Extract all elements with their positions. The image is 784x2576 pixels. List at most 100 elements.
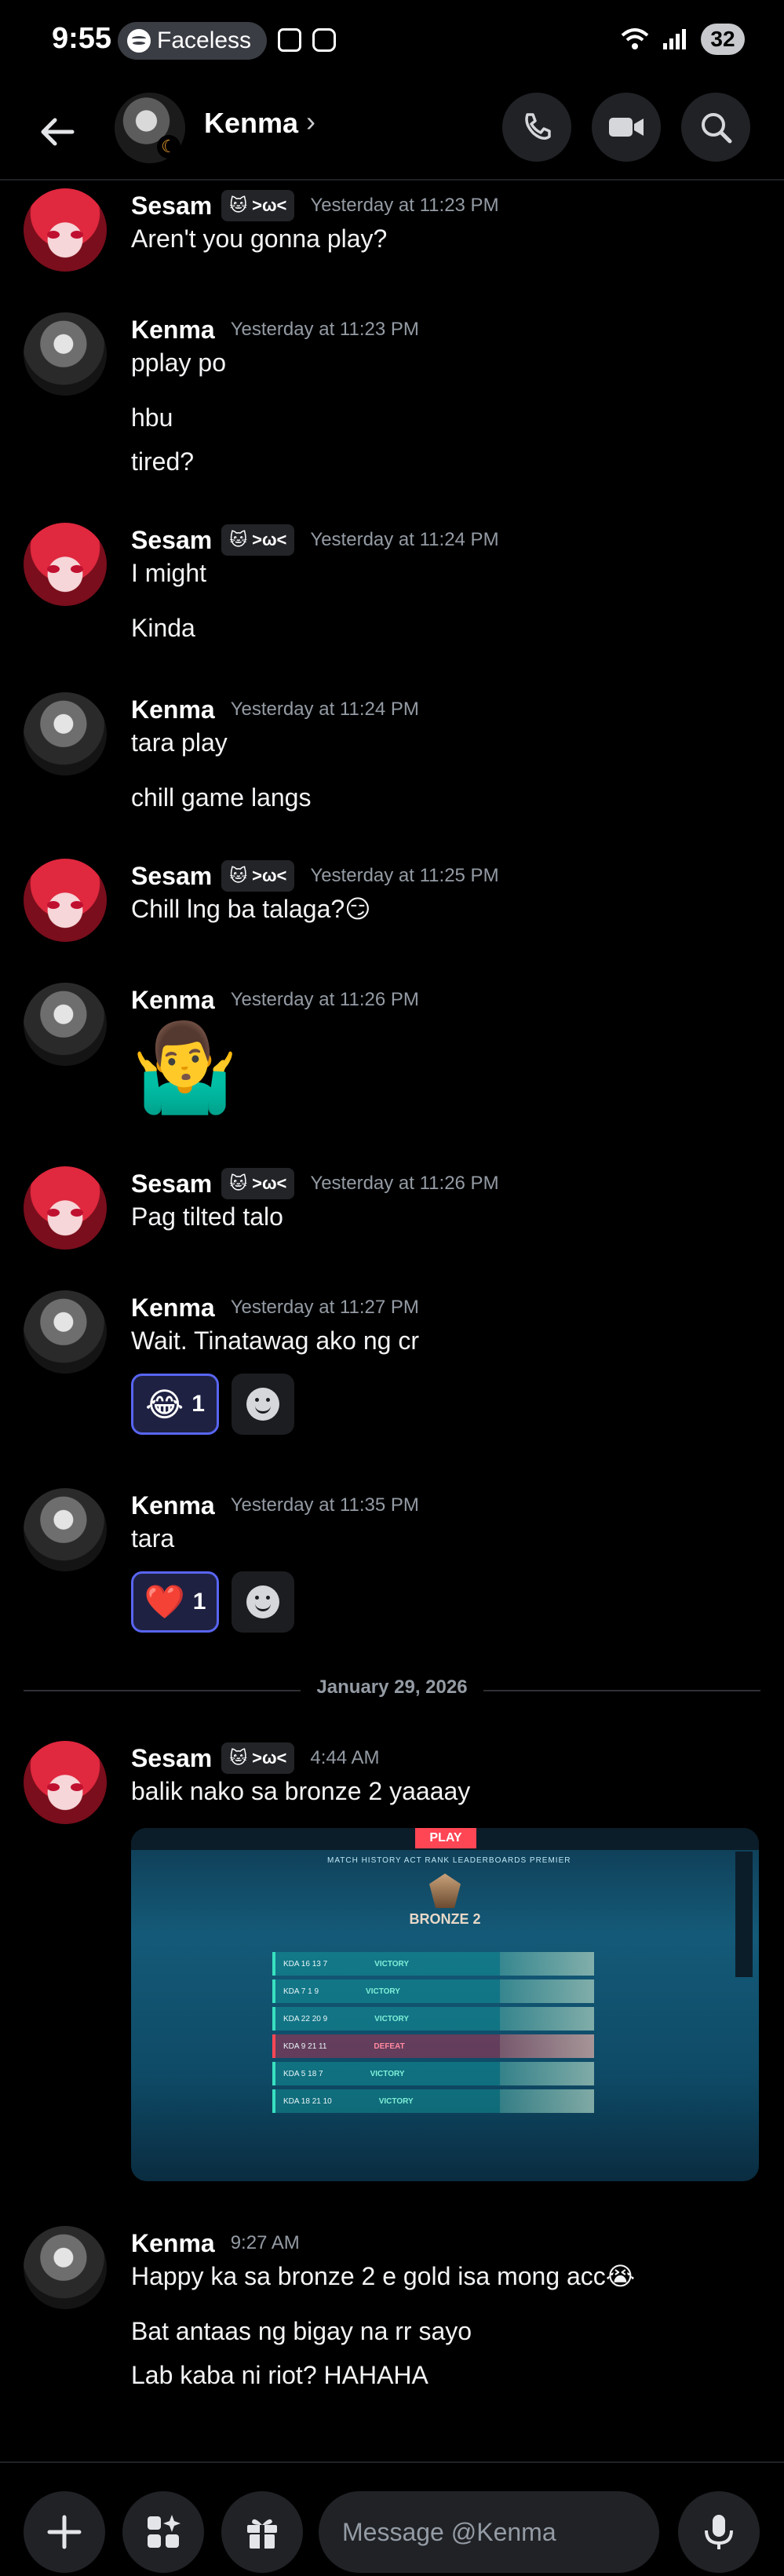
match-kda: KDA 16 13 7: [283, 1959, 328, 1968]
avatar[interactable]: [24, 1741, 107, 1824]
author-name[interactable]: Kenma: [131, 1293, 215, 1323]
message-text[interactable]: Lab kaba ni riot? HAHAHA: [131, 2359, 768, 2391]
attach-button[interactable]: [24, 2491, 105, 2573]
message-text[interactable]: pplay po: [131, 347, 768, 378]
author-name[interactable]: Sesam: [131, 1744, 212, 1773]
message-text[interactable]: tara: [131, 1523, 768, 1554]
add-reaction-button[interactable]: [232, 1374, 294, 1435]
author-name[interactable]: Sesam: [131, 862, 212, 891]
message-meta: Sesam 🐱 >ω< Yesterday at 11:26 PM: [131, 1166, 768, 1201]
avatar[interactable]: [24, 1488, 107, 1571]
match-result: VICTORY: [366, 1987, 400, 1996]
plus-icon: [47, 2515, 82, 2549]
guild-tag[interactable]: 🐱 >ω<: [221, 1168, 295, 1199]
match-row: KDA 16 13 7 VICTORY: [272, 1952, 594, 1976]
avatar[interactable]: [24, 523, 107, 606]
video-icon: [609, 118, 644, 137]
guild-tag[interactable]: 🐱 >ω<: [221, 524, 295, 556]
match-kda: KDA 22 20 9: [283, 2014, 328, 2023]
gift-button[interactable]: [221, 2491, 303, 2573]
message-body: Kenma Yesterday at 11:26 PM 🤷‍♂️: [131, 983, 768, 1119]
message-body: Sesam 🐱 >ω< Yesterday at 11:25 PM Chill l…: [131, 859, 768, 925]
message-text[interactable]: tired?: [131, 446, 768, 477]
message-body: Kenma Yesterday at 11:24 PM tara play ch…: [131, 692, 768, 813]
video-call-button[interactable]: [592, 93, 661, 162]
guild-tag[interactable]: 🐱 >ω<: [221, 1742, 295, 1774]
message-text[interactable]: Pag tilted talo: [131, 1201, 768, 1232]
message-text[interactable]: chill game langs: [131, 782, 768, 813]
jumbo-emoji[interactable]: 🤷‍♂️: [131, 1017, 768, 1119]
message-text[interactable]: Aren't you gonna play?: [131, 223, 768, 254]
message-meta: Kenma Yesterday at 11:26 PM: [131, 983, 768, 1017]
message-text[interactable]: hbu: [131, 402, 768, 433]
avatar[interactable]: [24, 692, 107, 775]
game-sidebar: [735, 1852, 753, 1977]
author-name[interactable]: Kenma: [131, 695, 215, 724]
avatar[interactable]: [24, 312, 107, 396]
image-attachment[interactable]: PLAY MATCH HISTORY ACT RANK LEADERBOARDS…: [131, 1828, 759, 2181]
apps-button[interactable]: [122, 2491, 204, 2573]
avatar[interactable]: [24, 1290, 107, 1374]
message-text[interactable]: I might: [131, 557, 768, 589]
avatar[interactable]: [24, 2226, 107, 2309]
reactions: ❤️ 1: [131, 1571, 768, 1633]
avatar[interactable]: [24, 188, 107, 272]
guild-tag[interactable]: 🐱 >ω<: [221, 860, 295, 892]
author-name[interactable]: Sesam: [131, 192, 212, 221]
media-pill[interactable]: Faceless: [118, 22, 267, 60]
voice-message-button[interactable]: [678, 2491, 760, 2573]
timestamp: 4:44 AM: [310, 1747, 380, 1768]
message-text[interactable]: tara play: [131, 727, 768, 758]
cat-icon: 🐱: [229, 1173, 248, 1193]
match-result: VICTORY: [374, 1959, 410, 1968]
timestamp: Yesterday at 11:24 PM: [230, 699, 419, 720]
author-name[interactable]: Kenma: [131, 316, 215, 345]
avatar[interactable]: [24, 1166, 107, 1250]
message-input-wrapper: [319, 2491, 706, 2573]
message-body: Sesam 🐱 >ω< Yesterday at 11:26 PM Pag til…: [131, 1166, 768, 1232]
author-name[interactable]: Kenma: [131, 986, 215, 1015]
back-button[interactable]: [35, 108, 82, 155]
map-thumb: [500, 2007, 594, 2031]
laughing-emoji-icon: 😂: [145, 1385, 184, 1423]
call-button[interactable]: [502, 93, 571, 162]
message-text[interactable]: Chill lng ba talaga?😏: [131, 893, 768, 925]
timestamp: Yesterday at 11:25 PM: [310, 865, 499, 886]
add-reaction-button[interactable]: [232, 1571, 294, 1633]
message-body: Kenma Yesterday at 11:23 PM pplay po hbu…: [131, 312, 768, 477]
timestamp: Yesterday at 11:23 PM: [310, 195, 499, 216]
apps-icon: [148, 2515, 181, 2548]
message-body: Sesam 🐱 >ω< Yesterday at 11:23 PM Aren't …: [131, 188, 768, 254]
game-tabs: MATCH HISTORY ACT RANK LEADERBOARDS PREM…: [327, 1856, 571, 1865]
message-text[interactable]: balik nako sa bronze 2 yaaaay: [131, 1775, 768, 1807]
author-name[interactable]: Kenma: [131, 2229, 215, 2258]
message-input[interactable]: [342, 2517, 672, 2547]
composer-bar: [0, 2461, 784, 2576]
guild-tag-text: >ω<: [252, 866, 287, 885]
timestamp: Yesterday at 11:26 PM: [230, 989, 419, 1010]
match-kda: KDA 5 18 7: [283, 2069, 323, 2078]
cat-icon: 🐱: [229, 530, 248, 549]
avatar[interactable]: [24, 859, 107, 942]
author-name[interactable]: Kenma: [131, 1491, 215, 1520]
guild-tag[interactable]: 🐱 >ω<: [221, 190, 295, 221]
author-name[interactable]: Sesam: [131, 1169, 212, 1199]
message-text[interactable]: Happy ka sa bronze 2 e gold isa mong acc…: [131, 2260, 768, 2292]
message-meta: Sesam 🐱 >ω< Yesterday at 11:25 PM: [131, 859, 768, 893]
search-button[interactable]: [681, 93, 750, 162]
map-thumb: [500, 2034, 594, 2058]
contact-name[interactable]: Kenma: [204, 107, 298, 140]
timestamp: Yesterday at 11:27 PM: [230, 1297, 419, 1318]
message-text[interactable]: Bat antaas ng bigay na rr sayo: [131, 2315, 768, 2347]
author-name[interactable]: Sesam: [131, 526, 212, 555]
reaction-heart[interactable]: ❤️ 1: [131, 1571, 219, 1633]
match-row: KDA 7 1 9 VICTORY: [272, 1979, 594, 2003]
message-body: Kenma Yesterday at 11:27 PM Wait. Tinata…: [131, 1290, 768, 1435]
avatar[interactable]: [24, 983, 107, 1066]
match-row: KDA 5 18 7 VICTORY: [272, 2062, 594, 2085]
reaction-laugh[interactable]: 😂 1: [131, 1374, 219, 1435]
message-text[interactable]: Kinda: [131, 612, 768, 644]
message-text[interactable]: Wait. Tinatawag ako ng cr: [131, 1325, 768, 1356]
cat-icon: 🐱: [229, 866, 248, 885]
chevron-right-icon[interactable]: ›: [306, 105, 315, 138]
